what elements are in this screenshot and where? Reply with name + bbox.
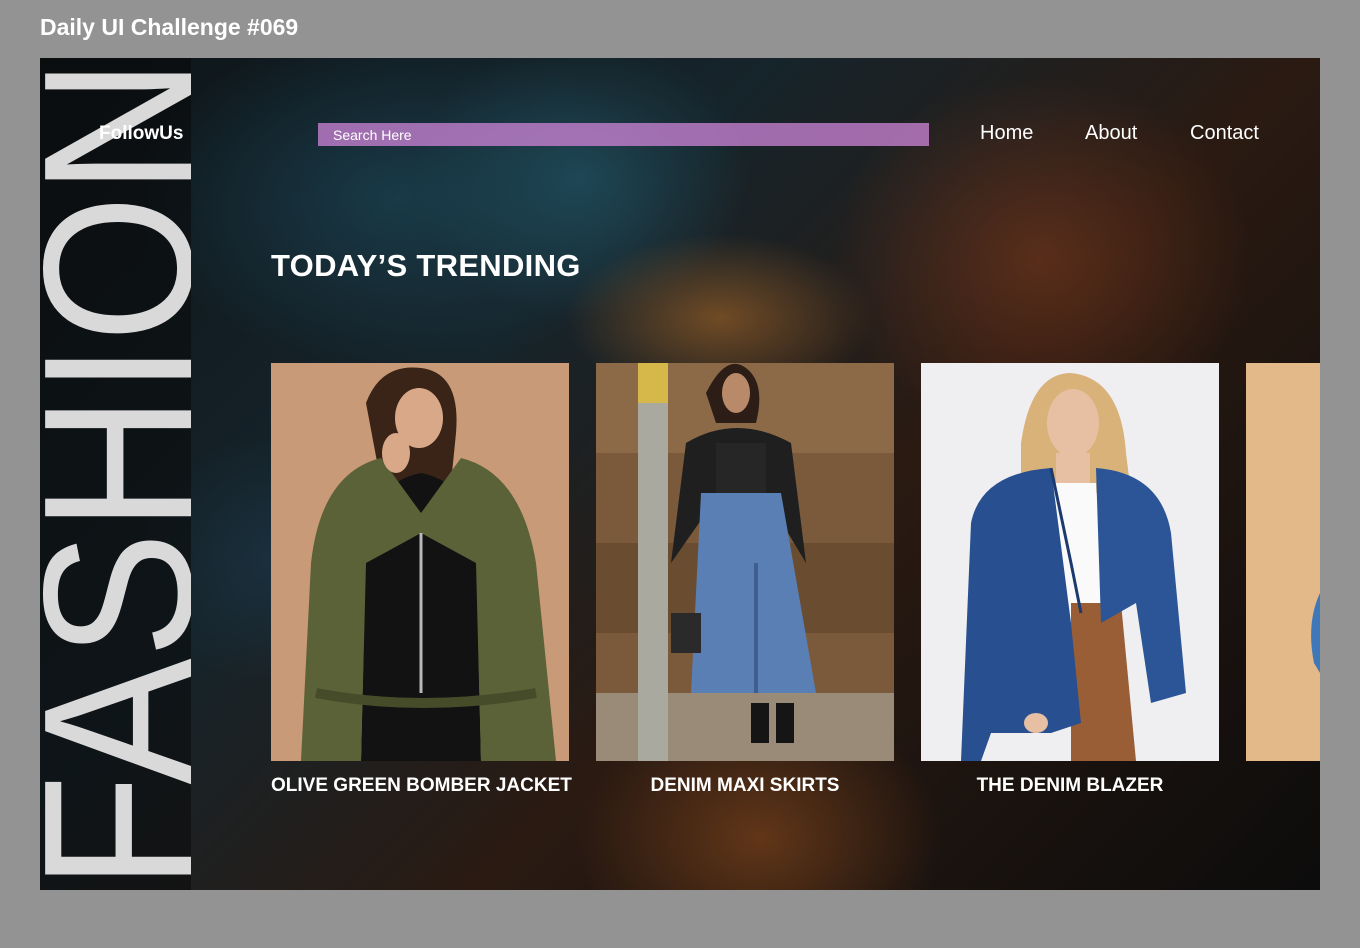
challenge-title: Daily UI Challenge #069 — [40, 14, 299, 40]
top-navigation: FollowUs Home About Contact — [40, 120, 1320, 152]
product-label-bomber-jacket[interactable]: OLIVE GREEN BOMBER JACKET — [271, 775, 572, 797]
follow-us-link[interactable]: FollowUs — [99, 123, 183, 145]
fashion-landing-page: FASHION FollowUs Home About Contact TODA… — [40, 58, 1320, 890]
vertical-brand-wordmark: FASHION — [40, 58, 191, 890]
section-title: TODAY’S TRENDING — [271, 248, 581, 283]
product-image-denim-skirt[interactable] — [596, 363, 894, 761]
product-label-denim-skirt[interactable]: DENIM MAXI SKIRTS — [596, 775, 894, 797]
nav-contact-link[interactable]: Contact — [1190, 122, 1259, 145]
nav-home-link[interactable]: Home — [980, 122, 1033, 145]
product-image-denim-blazer[interactable] — [921, 363, 1219, 761]
product-image-partial[interactable] — [1246, 363, 1320, 761]
search-input[interactable] — [318, 123, 929, 146]
product-image-bomber-jacket[interactable] — [271, 363, 569, 761]
nav-about-link[interactable]: About — [1085, 122, 1137, 145]
product-label-denim-blazer[interactable]: THE DENIM BLAZER — [921, 775, 1219, 797]
fashion-wordmark-text: FASHION — [40, 58, 191, 890]
